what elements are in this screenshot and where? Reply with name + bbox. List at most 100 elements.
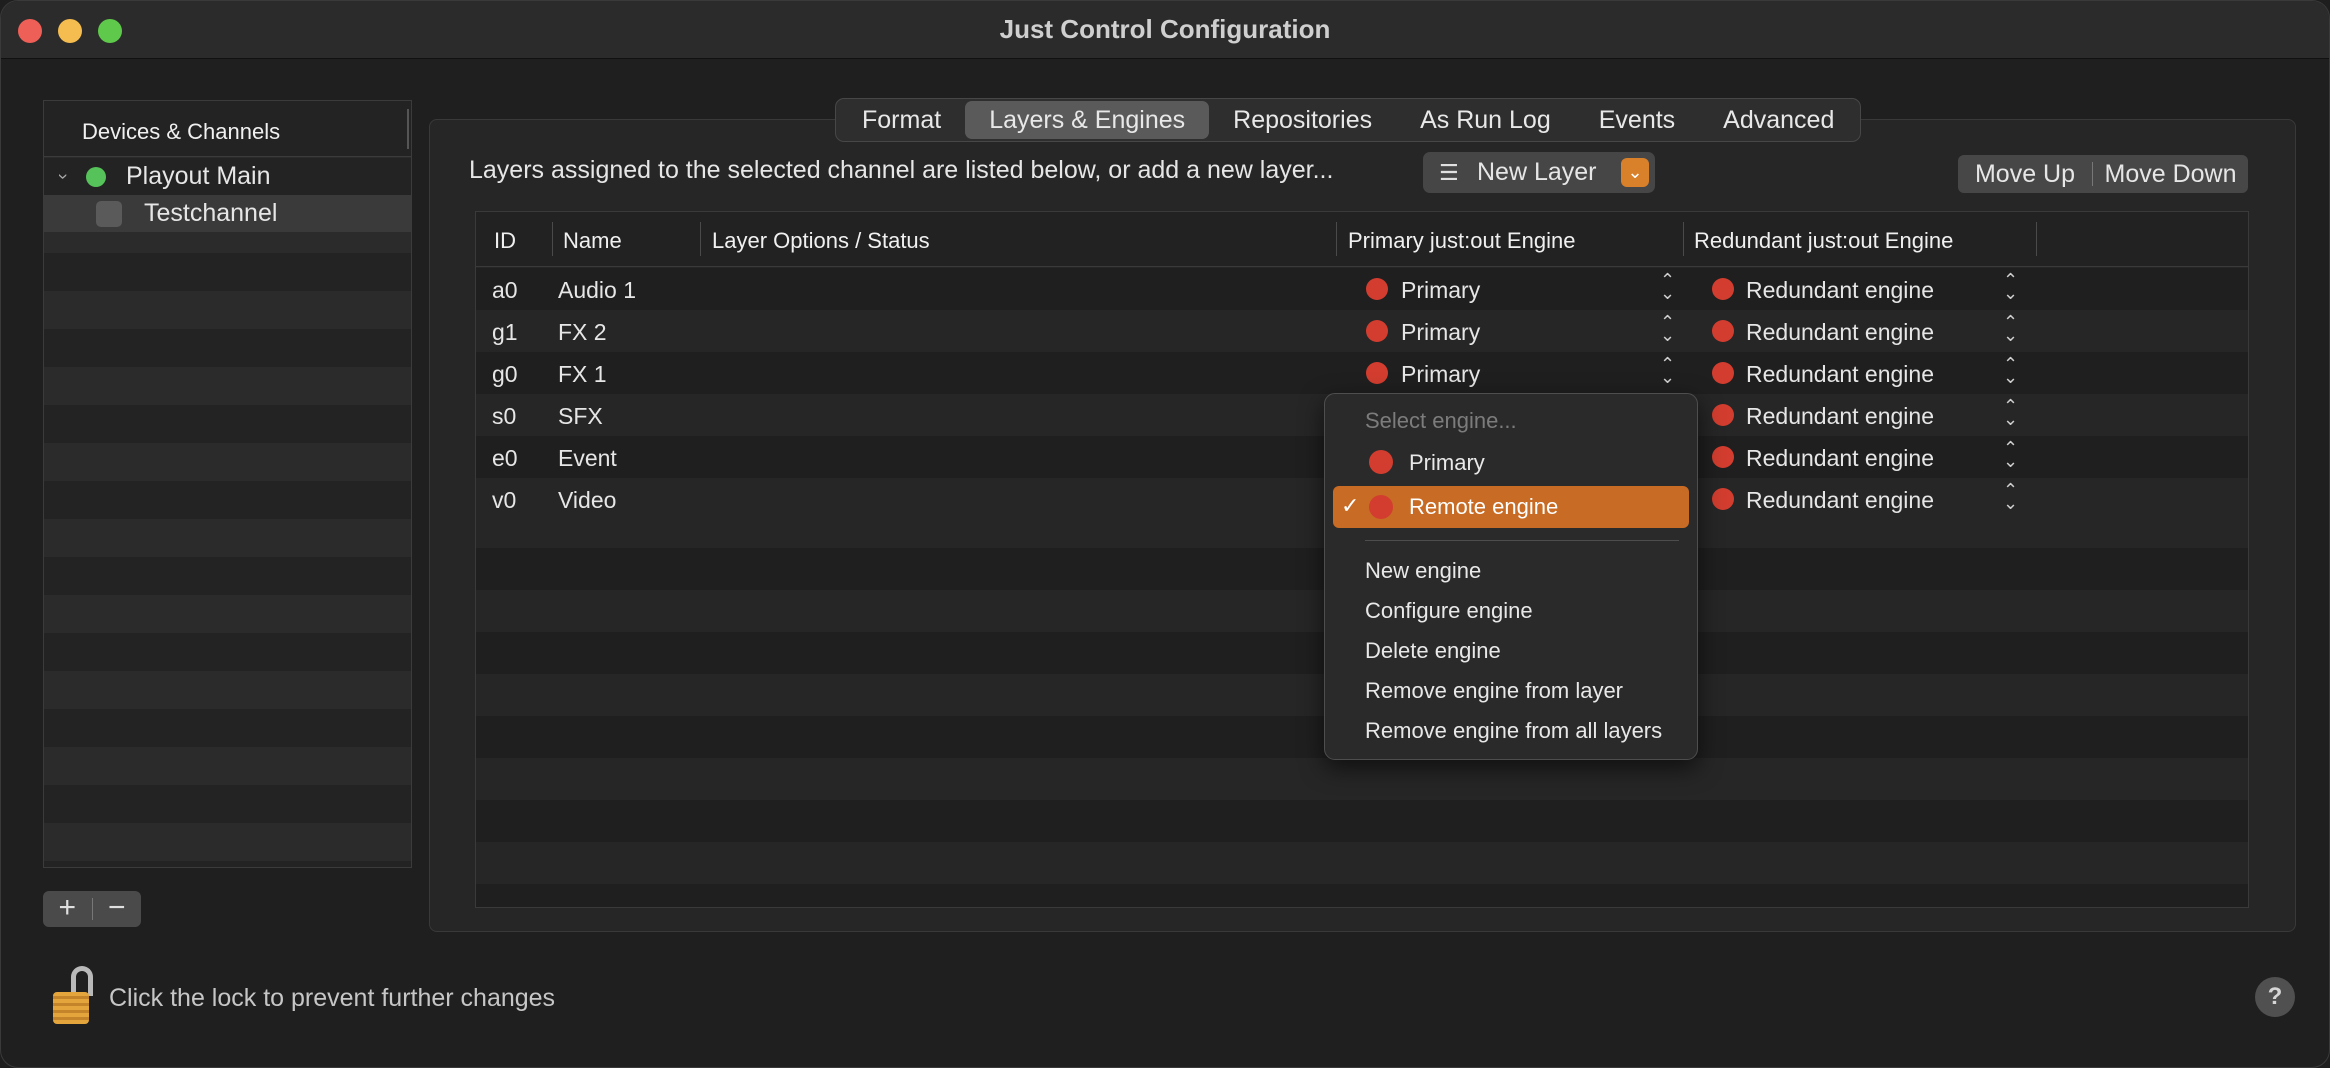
app-window: Just Control Configuration Devices & Cha… [0, 0, 2330, 1068]
column-header-redundant-engine[interactable]: Redundant just:out Engine [1694, 228, 1953, 254]
status-red-icon [1369, 450, 1393, 474]
column-header-primary-engine[interactable]: Primary just:out Engine [1348, 228, 1575, 254]
tab-repositories[interactable]: Repositories [1209, 101, 1396, 139]
column-header-name[interactable]: Name [563, 228, 622, 254]
layers-intro-text: Layers assigned to the selected channel … [469, 156, 1334, 184]
redundant-engine-select[interactable]: Redundant engine [1746, 319, 1934, 346]
redundant-engine-select[interactable]: Redundant engine [1746, 403, 1934, 430]
tab-layers-engines[interactable]: Layers & Engines [965, 101, 1210, 139]
status-red-icon [1366, 320, 1388, 342]
list-icon: ☰ [1439, 159, 1459, 185]
redundant-engine-select[interactable]: Redundant engine [1746, 277, 1934, 304]
disclosure-chevron-icon[interactable]: › [53, 168, 74, 186]
primary-engine-select[interactable]: Primary [1401, 319, 1480, 346]
layer-id: g1 [492, 319, 518, 345]
new-layer-button[interactable]: ☰ New Layer ⌄ [1423, 152, 1655, 193]
status-green-icon [86, 166, 106, 187]
redundant-engine-select[interactable]: Redundant engine [1746, 445, 1934, 472]
status-red-icon [1712, 278, 1734, 300]
help-button[interactable]: ? [2255, 977, 2295, 1017]
sidebar-item-testchannel[interactable]: Testchannel [44, 195, 411, 232]
layer-name: FX 2 [558, 319, 607, 345]
up-down-chevron-icon[interactable]: ⌃ ⌄ [2003, 355, 2018, 386]
up-down-chevron-icon[interactable]: ⌃ ⌄ [1660, 271, 1675, 302]
up-down-chevron-icon[interactable]: ⌃ ⌄ [2003, 439, 2018, 470]
up-down-chevron-icon[interactable]: ⌃ ⌄ [2003, 481, 2018, 512]
status-red-icon [1366, 362, 1388, 384]
status-red-icon [1369, 495, 1393, 519]
menu-item-remove-engine-from-layer[interactable]: Remove engine from layer [1365, 678, 1623, 704]
menu-item-primary[interactable]: Primary [1409, 450, 1485, 476]
tab-advanced[interactable]: Advanced [1699, 101, 1858, 139]
layer-name: Event [558, 445, 617, 471]
layer-id: e0 [492, 445, 518, 471]
menu-item-configure-engine[interactable]: Configure engine [1365, 598, 1533, 624]
status-red-icon [1712, 362, 1734, 384]
new-layer-label: New Layer [1477, 158, 1597, 186]
sidebar-item-playout-main[interactable]: › Playout Main [44, 158, 411, 195]
layer-name: SFX [558, 403, 603, 429]
up-down-chevron-icon[interactable]: ⌃ ⌄ [2003, 313, 2018, 344]
column-header-layer-options[interactable]: Layer Options / Status [712, 228, 930, 254]
column-header-id[interactable]: ID [494, 228, 516, 254]
column-divider[interactable] [1336, 222, 1337, 256]
layer-id: v0 [492, 487, 517, 513]
layer-name: Audio 1 [558, 277, 637, 303]
move-layer-control: Move Up Move Down [1958, 155, 2248, 193]
window-title: Just Control Configuration [999, 14, 1331, 44]
primary-engine-select[interactable]: Primary [1401, 361, 1480, 388]
sidebar-item-label: Testchannel [144, 199, 278, 227]
table-row[interactable]: a0 Audio 1 Primary ⌃ ⌄ Redundant engine ⌃… [476, 268, 2248, 310]
tab-events[interactable]: Events [1575, 101, 1699, 139]
move-up-button[interactable]: Move Up [1958, 160, 2092, 189]
menu-separator [1365, 540, 1679, 541]
up-down-chevron-icon[interactable]: ⌃ ⌄ [2003, 271, 2018, 302]
column-divider[interactable] [1683, 222, 1684, 256]
up-down-chevron-icon[interactable]: ⌃ ⌄ [1660, 313, 1675, 344]
status-red-icon [1366, 278, 1388, 300]
engine-popup-menu: Select engine... Primary ✓ Remote engine… [1324, 393, 1698, 760]
column-divider[interactable] [700, 222, 701, 256]
status-red-icon [1712, 488, 1734, 510]
channel-checkbox[interactable] [96, 200, 122, 227]
up-down-chevron-icon[interactable]: ⌃ ⌄ [2003, 397, 2018, 428]
status-red-icon [1712, 320, 1734, 342]
layer-id: s0 [492, 403, 517, 429]
menu-item-label: Remote engine [1409, 494, 1559, 519]
table-row[interactable]: g0 FX 1 Primary ⌃ ⌄ Redundant engine ⌃ ⌄ [476, 352, 2248, 394]
remove-channel-button[interactable]: − [92, 891, 141, 927]
menu-placeholder: Select engine... [1365, 408, 1517, 433]
title-bar: Just Control Configuration [1, 1, 2329, 59]
sidebar-header: Devices & Channels [44, 101, 411, 157]
lock-icon[interactable] [53, 966, 93, 1026]
lock-body [53, 992, 89, 1024]
sidebar-item-label: Playout Main [126, 162, 271, 190]
layer-id: g0 [492, 361, 518, 387]
menu-item-delete-engine[interactable]: Delete engine [1365, 638, 1501, 664]
column-divider[interactable] [2036, 222, 2037, 256]
tab-as-run-log[interactable]: As Run Log [1396, 101, 1575, 139]
up-down-chevron-icon[interactable]: ⌃ ⌄ [1660, 355, 1675, 386]
table-header: ID Name Layer Options / Status Primary j… [476, 212, 2248, 267]
chevron-down-icon[interactable]: ⌄ [1621, 158, 1649, 187]
menu-item-remove-engine-from-all-layers[interactable]: Remove engine from all layers [1365, 718, 1662, 744]
layer-name: FX 1 [558, 361, 607, 387]
move-down-button[interactable]: Move Down [2093, 160, 2248, 189]
checkmark-icon: ✓ [1341, 493, 1360, 518]
table-row[interactable]: g1 FX 2 Primary ⌃ ⌄ Redundant engine ⌃ ⌄ [476, 310, 2248, 352]
lock-hint-text: Click the lock to prevent further change… [109, 984, 556, 1012]
tab-bar: Format Layers & Engines Repositories As … [835, 98, 1862, 142]
redundant-engine-select[interactable]: Redundant engine [1746, 487, 1934, 514]
add-channel-button[interactable]: + [43, 891, 92, 927]
devices-channels-list[interactable]: Devices & Channels › Playout Main Testch… [43, 100, 412, 868]
primary-engine-select[interactable]: Primary [1401, 277, 1480, 304]
sidebar-add-remove-control: + − [43, 891, 141, 927]
column-divider[interactable] [552, 222, 553, 256]
layer-name: Video [558, 487, 617, 513]
menu-item-new-engine[interactable]: New engine [1365, 558, 1481, 584]
status-red-icon [1712, 446, 1734, 468]
tab-format[interactable]: Format [838, 101, 965, 139]
redundant-engine-select[interactable]: Redundant engine [1746, 361, 1934, 388]
layer-id: a0 [492, 277, 518, 303]
status-red-icon [1712, 404, 1734, 426]
